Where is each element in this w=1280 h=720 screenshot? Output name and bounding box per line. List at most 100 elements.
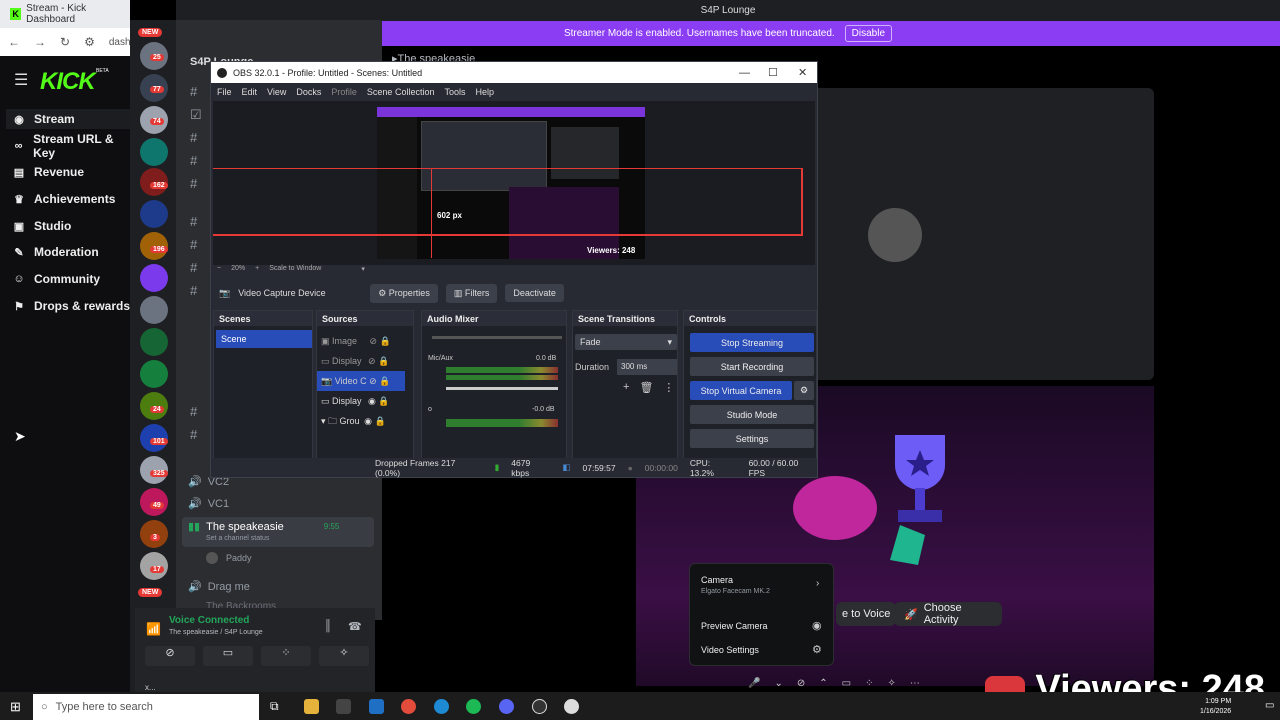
eye-icon[interactable]: ◉ bbox=[364, 416, 372, 426]
menu-scene-collection[interactable]: Scene Collection bbox=[367, 87, 435, 97]
obs-titlebar[interactable]: OBS 32.0.1 - Profile: Untitled - Scenes:… bbox=[211, 62, 817, 83]
file-explorer-icon[interactable] bbox=[304, 699, 319, 714]
choose-activity-button[interactable]: 🚀 Choose Activity bbox=[894, 602, 1002, 626]
voice-status[interactable]: Voice Connected bbox=[169, 615, 249, 626]
discord-icon[interactable] bbox=[499, 699, 514, 714]
lock-icon[interactable]: 🔒 bbox=[374, 416, 385, 426]
properties-button[interactable]: ⚙ Properties bbox=[370, 283, 438, 303]
visibility-off-icon[interactable]: ⊘ bbox=[368, 356, 376, 366]
volume-slider[interactable] bbox=[446, 387, 558, 390]
taskbar-search[interactable]: ○ Type here to search bbox=[33, 694, 259, 720]
screen-share-icon[interactable]: ▭ bbox=[842, 678, 851, 692]
more-icon[interactable]: ⋮ bbox=[663, 381, 674, 394]
app-icon[interactable] bbox=[564, 699, 579, 714]
transition-select[interactable]: Fade ▾ bbox=[575, 334, 677, 350]
menu-file[interactable]: File bbox=[217, 87, 232, 97]
chrome-icon[interactable] bbox=[401, 699, 416, 714]
settings-button[interactable]: Settings bbox=[690, 429, 814, 448]
server-icon[interactable] bbox=[140, 264, 168, 292]
visibility-off-icon[interactable]: ⊘ bbox=[370, 336, 378, 346]
obs-preview[interactable]: 602 px Viewers: 248 bbox=[213, 101, 815, 265]
camera-label[interactable]: Camera bbox=[701, 575, 733, 585]
server-icon[interactable] bbox=[140, 200, 168, 228]
scene-item[interactable]: Scene bbox=[216, 330, 312, 348]
camera-off-icon[interactable]: ⊘ bbox=[145, 646, 195, 666]
chevron-down-icon[interactable]: ▾ bbox=[361, 265, 365, 273]
reload-icon[interactable]: ↻ bbox=[60, 35, 70, 49]
browser-tab[interactable]: K Stream - Kick Dashboard bbox=[0, 0, 130, 28]
screen-share-icon[interactable]: ▭ bbox=[203, 646, 253, 666]
task-view-icon[interactable]: ⧉ bbox=[270, 699, 279, 714]
nav-community[interactable]: ☺ Community bbox=[12, 269, 132, 289]
edge-icon[interactable] bbox=[434, 699, 449, 714]
menu-profile[interactable]: Profile bbox=[331, 87, 357, 97]
nav-stream[interactable]: ◉ Stream bbox=[6, 109, 130, 129]
server-icon[interactable] bbox=[140, 296, 168, 324]
join-voice-button[interactable]: e to Voice bbox=[836, 602, 897, 626]
nav-stream-url-key[interactable]: ∞ Stream URL & Key bbox=[12, 132, 132, 160]
maximize-icon[interactable]: ☐ bbox=[768, 66, 778, 79]
back-icon[interactable]: ← bbox=[8, 35, 20, 49]
more-icon[interactable]: ⋯ bbox=[910, 678, 920, 692]
lock-icon[interactable]: 🔒 bbox=[378, 356, 389, 366]
server-icon[interactable] bbox=[140, 138, 168, 166]
obs-icon[interactable] bbox=[532, 699, 547, 714]
soundboard-icon[interactable]: ✧ bbox=[887, 678, 895, 692]
taskbar-clock[interactable]: 1:09 PM 1/16/2026 bbox=[1200, 697, 1231, 717]
menu-help[interactable]: Help bbox=[475, 87, 494, 97]
menu-icon[interactable]: ☰ bbox=[14, 70, 28, 90]
activities-icon[interactable]: ⁘ bbox=[865, 678, 873, 692]
stop-virtual-camera-button[interactable]: Stop Virtual Camera bbox=[690, 381, 792, 400]
notifications-icon[interactable]: ▭ bbox=[1265, 700, 1274, 711]
virtual-camera-settings-icon[interactable]: ⚙ bbox=[794, 381, 814, 400]
source-item[interactable]: ▭ Display ⊘ 🔒 bbox=[321, 351, 405, 371]
scale-mode[interactable]: Scale to Window bbox=[269, 265, 321, 273]
menu-edit[interactable]: Edit bbox=[242, 87, 258, 97]
nav-achievements[interactable]: ♛ Achievements bbox=[12, 189, 132, 209]
kick-logo[interactable]: KICK bbox=[40, 68, 96, 96]
minimize-icon[interactable]: — bbox=[739, 67, 750, 79]
stop-streaming-button[interactable]: Stop Streaming bbox=[690, 333, 814, 352]
preview-camera-item[interactable]: Preview Camera bbox=[701, 621, 768, 631]
lock-icon[interactable]: 🔒 bbox=[378, 396, 389, 406]
server-icon[interactable] bbox=[140, 328, 168, 356]
spotify-icon[interactable] bbox=[466, 699, 481, 714]
nav-revenue[interactable]: ▤ Revenue bbox=[12, 162, 132, 182]
store-icon[interactable] bbox=[336, 699, 351, 714]
chevron-right-icon[interactable]: › bbox=[816, 578, 819, 589]
site-settings-icon[interactable]: ⚙ bbox=[84, 35, 95, 49]
camera-off-icon[interactable]: ⊘ bbox=[797, 678, 805, 692]
disconnect-icon[interactable]: ☎ bbox=[348, 620, 362, 633]
nav-drops-rewards[interactable]: ⚑ Drops & rewards bbox=[12, 296, 132, 316]
lock-icon[interactable]: 🔒 bbox=[379, 376, 390, 386]
duration-input[interactable]: 300 ms bbox=[617, 359, 677, 375]
source-item-selected[interactable]: 📷 Video C ⊘ 🔒 bbox=[317, 371, 405, 391]
voice-member[interactable]: Paddy bbox=[206, 552, 252, 564]
menu-view[interactable]: View bbox=[267, 87, 286, 97]
studio-mode-button[interactable]: Studio Mode bbox=[690, 405, 814, 424]
source-item[interactable]: ▭ Display ◉ 🔒 bbox=[321, 391, 405, 411]
visibility-off-icon[interactable]: ⊘ bbox=[369, 376, 377, 386]
activities-icon[interactable]: ⁘ bbox=[261, 646, 311, 666]
zoom-in-icon[interactable]: + bbox=[255, 265, 259, 273]
voice-channel-drag[interactable]: 🔊 Drag me bbox=[188, 580, 250, 594]
mic-icon[interactable]: 🎤 bbox=[748, 678, 760, 692]
deactivate-button[interactable]: Deactivate bbox=[505, 284, 564, 302]
video-settings-item[interactable]: Video Settings bbox=[701, 645, 759, 655]
disable-streamer-mode-button[interactable]: Disable bbox=[844, 25, 893, 42]
add-icon[interactable]: + bbox=[623, 381, 629, 394]
menu-tools[interactable]: Tools bbox=[444, 87, 465, 97]
nav-studio[interactable]: ▣ Studio bbox=[12, 216, 132, 236]
soundboard-icon[interactable]: ✧ bbox=[319, 646, 369, 666]
windows-start-icon[interactable]: ⊞ bbox=[10, 699, 21, 715]
start-recording-button[interactable]: Start Recording bbox=[690, 357, 814, 376]
zoom-out-icon[interactable]: − bbox=[217, 265, 221, 273]
nav-moderation[interactable]: ✎ Moderation bbox=[12, 242, 132, 262]
noise-suppression-icon[interactable]: ║ bbox=[324, 620, 332, 632]
filters-button[interactable]: ▥ Filters bbox=[445, 283, 498, 303]
user-name[interactable]: x... bbox=[145, 683, 156, 692]
volume-slider[interactable] bbox=[432, 336, 562, 339]
lock-icon[interactable]: 🔒 bbox=[380, 336, 391, 346]
channel-status-hint[interactable]: Set a channel status bbox=[206, 535, 269, 542]
eye-icon[interactable]: ◉ bbox=[368, 396, 376, 406]
